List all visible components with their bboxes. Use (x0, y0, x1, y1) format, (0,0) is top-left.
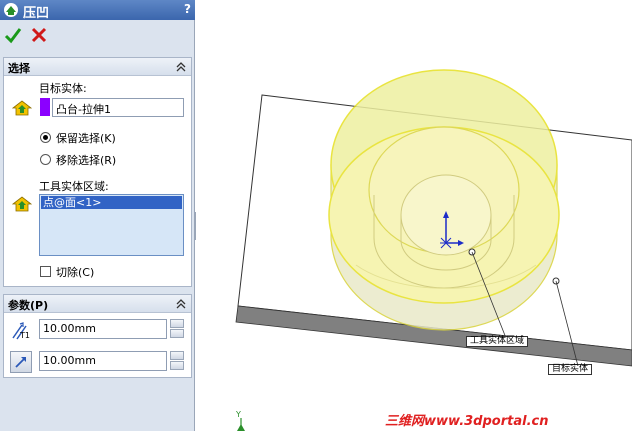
indent-feature-icon (4, 3, 18, 17)
ok-button[interactable] (4, 26, 22, 44)
tool-body-region-label: 工具实体区域: (39, 180, 109, 193)
watermark-text: 三维网www.3dportal.cn (385, 414, 549, 429)
parameters-group-header[interactable]: 参数(P) (4, 295, 191, 313)
remove-selection-label[interactable]: 移除选择(R) (56, 152, 116, 168)
list-item[interactable]: 点@面<1> (41, 196, 182, 209)
clearance-spinner[interactable] (170, 351, 184, 371)
view-triad-icon (237, 418, 245, 431)
clearance-direction-button[interactable] (10, 351, 32, 373)
selection-group: 选择 目标实体: 凸台-拉伸1 保留选择(K) 移除选择(R) 工具实体区域: … (3, 57, 192, 287)
target-body-callout: 目标实体 (548, 364, 593, 375)
target-body-icon (12, 100, 32, 116)
thickness-spinner[interactable] (170, 319, 184, 339)
help-button[interactable]: ? (184, 2, 191, 16)
panel-title: 压凹 (23, 6, 50, 21)
graphics-viewport[interactable]: 工具实体区域 目标实体 Y (196, 0, 632, 431)
remove-selection-radio[interactable] (40, 154, 51, 165)
target-color-swatch (40, 98, 50, 116)
cut-checkbox[interactable] (40, 266, 51, 277)
target-body-label: 目标实体: (39, 82, 87, 95)
target-body-field[interactable]: 凸台-拉伸1 (52, 98, 184, 117)
cut-label[interactable]: 切除(C) (56, 264, 94, 280)
selection-group-header[interactable]: 选择 (4, 58, 191, 76)
triad-y-label: Y (236, 410, 241, 419)
property-manager-panel: 压凹 ? 选择 目标实体: 凸台-拉伸1 保留选择(K) 移除选择(R) 工具实… (0, 0, 195, 431)
cancel-button[interactable] (30, 26, 48, 44)
thickness-input[interactable]: 10.00mm (39, 319, 167, 339)
keep-selection-label[interactable]: 保留选择(K) (56, 130, 116, 146)
direction-arrow-icon (15, 357, 26, 368)
parameters-group-title: 参数(P) (8, 299, 49, 312)
parameters-group: 参数(P) T1 10.00mm 10.00mm (3, 294, 192, 378)
tool-body-callout: 工具实体区域 (466, 336, 529, 347)
tool-body-icon (12, 196, 32, 212)
keep-selection-radio[interactable] (40, 132, 51, 143)
tool-body-cylinder (328, 69, 560, 331)
panel-title-bar: 压凹 ? (0, 0, 195, 21)
collapse-chevron-icon[interactable] (175, 61, 187, 73)
clearance-input[interactable]: 10.00mm (39, 351, 167, 371)
collapse-chevron-icon[interactable] (175, 298, 187, 310)
thickness-icon-label: T1 (20, 331, 30, 340)
selection-group-title: 选择 (8, 62, 30, 75)
tool-body-listbox[interactable]: 点@面<1> (39, 194, 184, 256)
